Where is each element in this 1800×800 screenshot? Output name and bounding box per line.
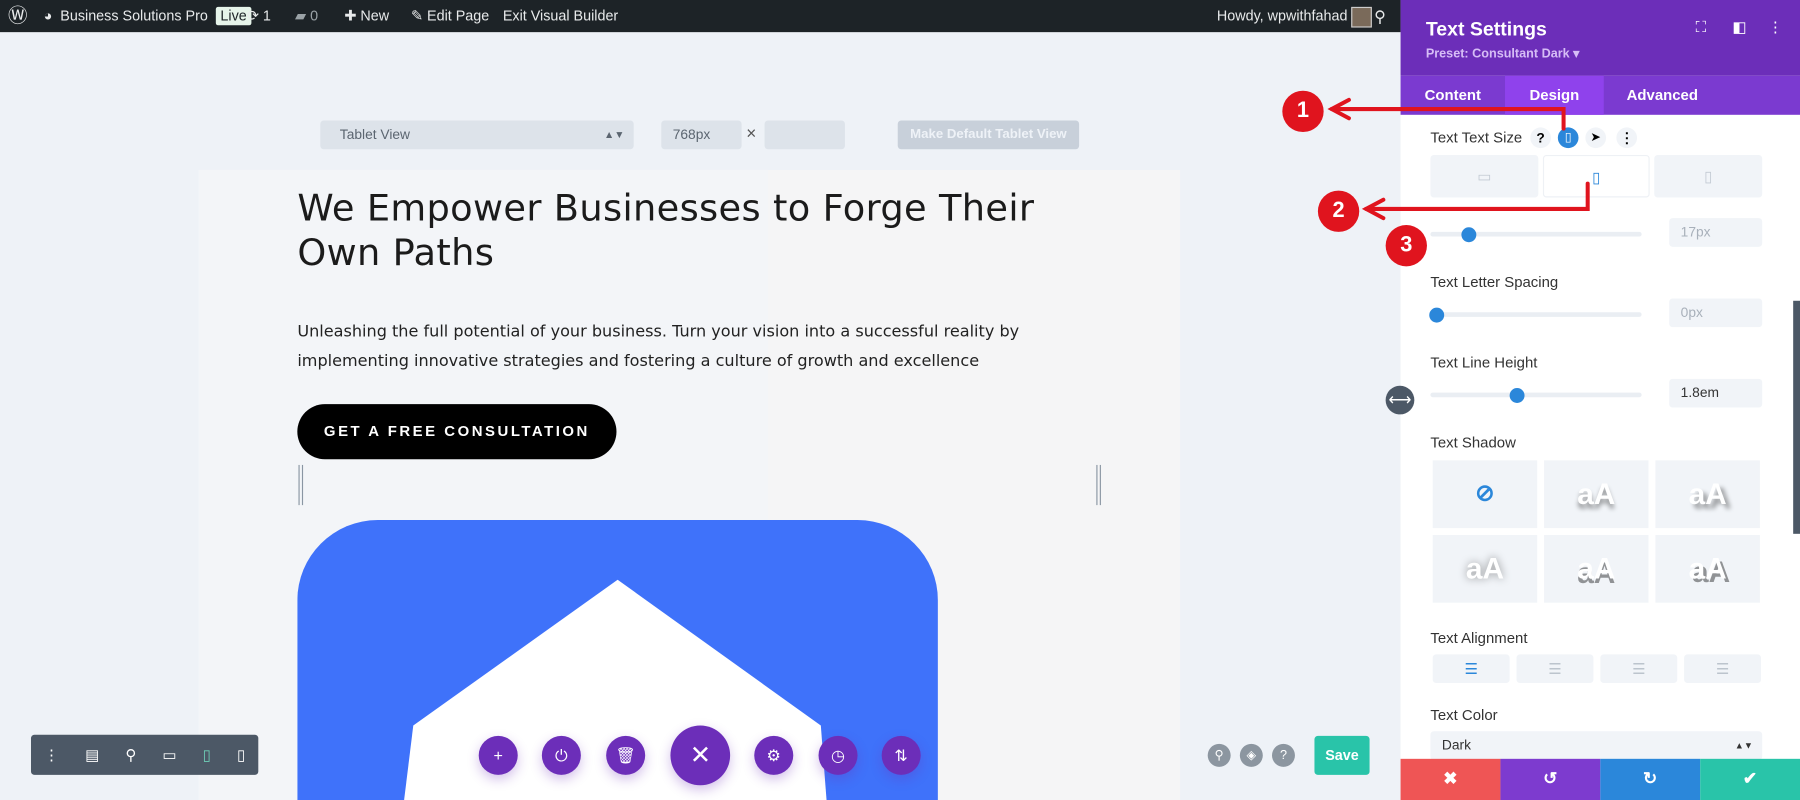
annotation-arrow-1 xyxy=(1329,107,1566,131)
annotation-badge-1: 1 xyxy=(1282,90,1324,133)
annotation-arrow-2 xyxy=(1364,181,1590,211)
visual-builder: Ⓦ ◕ Business Solutions Pro Live ⟳ 1 ▰ 0 … xyxy=(0,0,1800,800)
annotation-badge-2: 2 xyxy=(1317,190,1360,232)
annotation-arrows xyxy=(1327,97,1590,221)
annotation-badge-3: 3 xyxy=(1385,225,1427,267)
